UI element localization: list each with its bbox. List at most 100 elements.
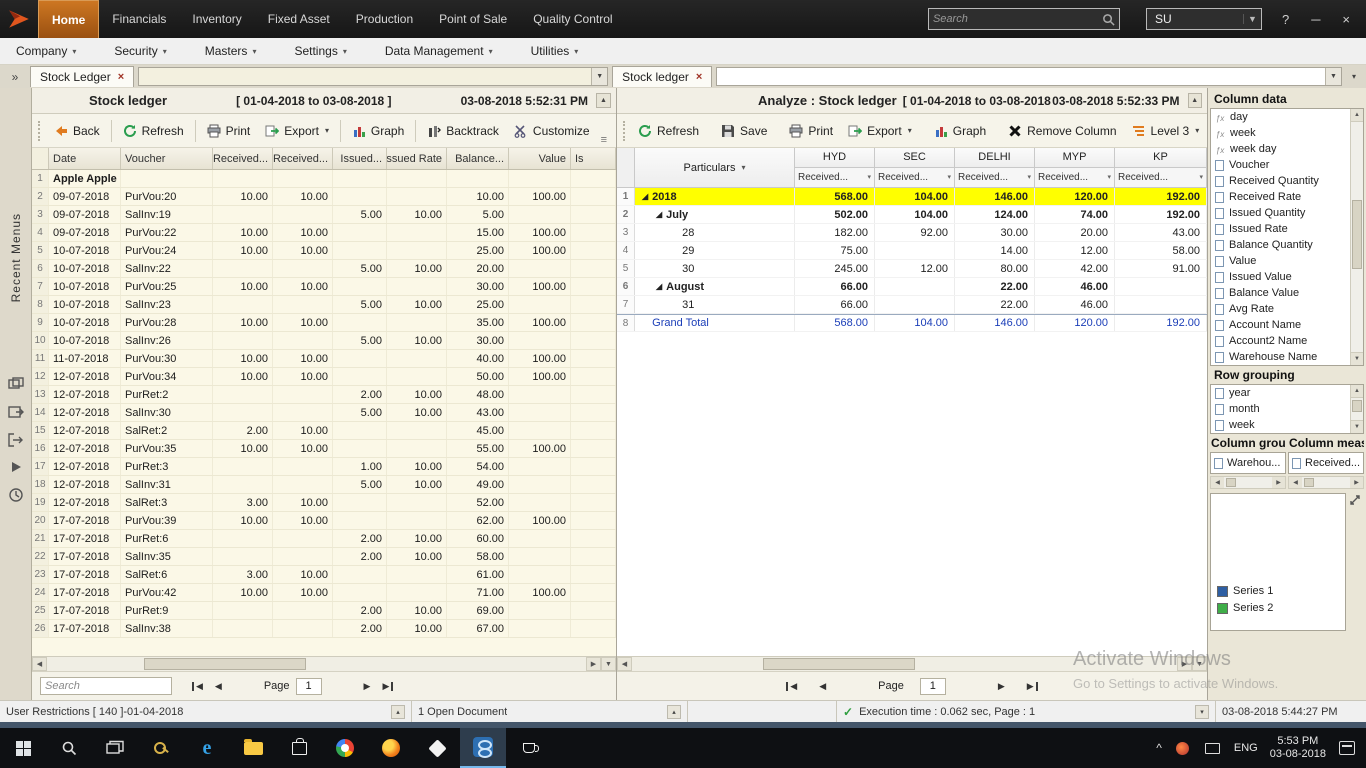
measure-header[interactable]: Received...▾ — [795, 168, 875, 187]
windows-icon[interactable] — [8, 377, 24, 391]
scrollbar-thumb[interactable] — [1352, 200, 1362, 269]
graph-button[interactable]: Graph — [348, 122, 408, 140]
menu-item[interactable]: Masters ▾ — [205, 44, 257, 58]
ribbon-tab[interactable]: Quality Control — [520, 0, 625, 38]
field-item[interactable]: Voucher — [1211, 157, 1350, 173]
next-page-button[interactable]: ▶ — [358, 679, 377, 694]
language-indicator[interactable]: ENG — [1234, 742, 1258, 754]
expand-up-icon[interactable]: ▴ — [391, 705, 405, 719]
table-row[interactable]: 8 10-07-2018 SalInv:23 5.00 10.00 25.00 — [32, 296, 616, 314]
column-header-myp[interactable]: MYP — [1035, 148, 1115, 167]
global-search-box[interactable] — [928, 8, 1120, 30]
save-button[interactable]: Save — [717, 122, 771, 140]
expand-node-icon[interactable]: ◢ — [656, 282, 662, 291]
menu-item[interactable]: Company ▾ — [16, 44, 76, 58]
menu-item[interactable]: Security ▾ — [114, 44, 166, 58]
toolbar-grip[interactable] — [623, 121, 625, 141]
chevron-down-icon[interactable]: ▾ — [1195, 705, 1209, 719]
ribbon-tab[interactable]: Production — [343, 0, 426, 38]
table-row[interactable]: 12 12-07-2018 PurVou:34 10.00 10.00 50.0… — [32, 368, 616, 386]
scrollbar-thumb[interactable] — [1352, 400, 1362, 412]
expand-node-icon[interactable]: ◢ — [656, 210, 662, 219]
table-row[interactable]: 20 17-07-2018 PurVou:39 10.00 10.00 62.0… — [32, 512, 616, 530]
open-window-icon[interactable] — [8, 405, 24, 419]
document-tab-stock-ledger-2[interactable]: Stock ledger × — [612, 66, 712, 87]
table-row[interactable]: 19 12-07-2018 SalRet:3 3.00 10.00 52.00 — [32, 494, 616, 512]
field-item[interactable]: Account2 Name — [1211, 333, 1350, 349]
page-number-input[interactable]: 1 — [920, 678, 946, 695]
splitter-grip-icon[interactable]: ≡ — [601, 134, 610, 147]
chevron-down-icon[interactable]: ▼ — [1325, 68, 1341, 85]
level-button[interactable]: Level 3 ▾ — [1128, 122, 1204, 140]
graph-button[interactable]: Graph — [930, 122, 990, 140]
refresh-button[interactable]: Refresh — [634, 122, 703, 140]
cell-particulars[interactable]: ◢28 — [635, 224, 795, 241]
field-item[interactable]: Received Rate — [1211, 189, 1350, 205]
table-row[interactable]: 4 09-07-2018 PurVou:22 10.00 10.00 15.00… — [32, 224, 616, 242]
table-row[interactable]: 2 09-07-2018 PurVou:20 10.00 10.00 10.00… — [32, 188, 616, 206]
last-page-button[interactable]: ▶ — [1021, 679, 1044, 694]
action-center-icon[interactable] — [1338, 741, 1356, 755]
print-button[interactable]: Print — [785, 122, 837, 140]
column-header-date[interactable]: Date — [49, 148, 121, 169]
toolbar-grip[interactable] — [38, 121, 41, 141]
chevron-down-icon[interactable]: ▼ — [591, 68, 607, 85]
scrollbar-thumb[interactable] — [763, 658, 916, 670]
table-row[interactable]: 23 17-07-2018 SalRet:6 3.00 10.00 61.00 — [32, 566, 616, 584]
cell-particulars[interactable]: ◢Grand Total — [635, 315, 795, 331]
table-row[interactable]: 18 12-07-2018 SalInv:31 5.00 10.00 49.00 — [32, 476, 616, 494]
scroll-left-icon[interactable]: ◀ — [1289, 477, 1302, 488]
pinned-app-chrome[interactable] — [322, 728, 368, 768]
pivot-row[interactable]: 5 ◢30 245.00 12.00 80.00 42.00 91.00 — [617, 260, 1207, 278]
print-button[interactable]: Print — [203, 122, 255, 140]
execution-time-status[interactable]: ✓ Execution time : 0.062 sec, Page : 1 ▾ — [836, 701, 1216, 722]
expand-node-icon[interactable]: ◢ — [642, 192, 648, 201]
measure-header[interactable]: Received...▾ — [875, 168, 955, 187]
column-header-received-rate[interactable]: Received... — [273, 148, 333, 169]
recent-menus-label[interactable]: Recent Menus — [9, 213, 23, 302]
column-header-received-qty[interactable]: Received... — [213, 148, 273, 169]
cell-particulars[interactable]: ◢29 — [635, 242, 795, 259]
horizontal-scrollbar[interactable]: ◀ ▶ ▼ — [32, 656, 616, 671]
pinned-app-store[interactable] — [276, 728, 322, 768]
measure-header[interactable]: Received...▾ — [955, 168, 1035, 187]
column-header-voucher[interactable]: Voucher — [121, 148, 213, 169]
history-icon[interactable] — [8, 487, 24, 503]
document-combo-2[interactable]: ▼ — [716, 67, 1342, 86]
last-page-button[interactable]: ▶ — [376, 679, 399, 694]
vertical-scrollbar[interactable]: ▲ ▼ — [1350, 385, 1363, 433]
table-row[interactable]: 7 10-07-2018 PurVou:25 10.00 10.00 30.00… — [32, 278, 616, 296]
column-header-particulars[interactable]: Particulars ▾ — [635, 148, 795, 187]
table-row[interactable]: 10 10-07-2018 SalInv:26 5.00 10.00 30.00 — [32, 332, 616, 350]
column-header-delhi[interactable]: DELHI — [955, 148, 1035, 167]
mini-scrollbar[interactable]: ◀ ▶ — [1210, 476, 1286, 489]
pinned-app-file-explorer[interactable] — [230, 728, 276, 768]
customize-button[interactable]: Customize — [510, 122, 594, 140]
close-icon[interactable]: × — [118, 71, 124, 83]
pinned-app-shield[interactable] — [414, 728, 460, 768]
scroll-down-icon[interactable]: ▼ — [1351, 352, 1363, 365]
scroll-down-icon[interactable]: ▼ — [601, 657, 616, 671]
ribbon-tab[interactable]: Fixed Asset — [255, 0, 343, 38]
back-button[interactable]: Back — [50, 122, 104, 140]
field-item[interactable]: Issued Rate — [1211, 221, 1350, 237]
measure-header[interactable]: Received...▾ — [1035, 168, 1115, 187]
close-icon[interactable]: × — [696, 71, 702, 83]
first-page-button[interactable]: ◀ — [780, 679, 803, 694]
column-header-issued-value[interactable]: Is — [571, 148, 616, 169]
column-header-kp[interactable]: KP — [1115, 148, 1207, 167]
column-group-list[interactable]: Warehou... — [1210, 452, 1286, 474]
cell-particulars[interactable]: ◢30 — [635, 260, 795, 277]
scroll-right-icon[interactable]: ▶ — [586, 657, 601, 671]
scroll-up-icon[interactable]: ▲ — [1351, 109, 1363, 122]
help-button[interactable]: ? — [1282, 12, 1289, 27]
scroll-up-icon[interactable]: ▲ — [1188, 93, 1203, 108]
play-icon[interactable] — [10, 461, 22, 473]
ribbon-tab[interactable]: Financials — [99, 0, 179, 38]
first-page-button[interactable]: ◀ — [186, 679, 209, 694]
pivot-row[interactable]: 3 ◢28 182.00 92.00 30.00 20.00 43.00 — [617, 224, 1207, 242]
field-item[interactable]: Account Name — [1211, 317, 1350, 333]
table-row[interactable]: 22 17-07-2018 SalInv:35 2.00 10.00 58.00 — [32, 548, 616, 566]
open-documents-status[interactable]: 1 Open Document ▴ — [412, 701, 688, 722]
page-number-input[interactable]: 1 — [296, 678, 322, 695]
